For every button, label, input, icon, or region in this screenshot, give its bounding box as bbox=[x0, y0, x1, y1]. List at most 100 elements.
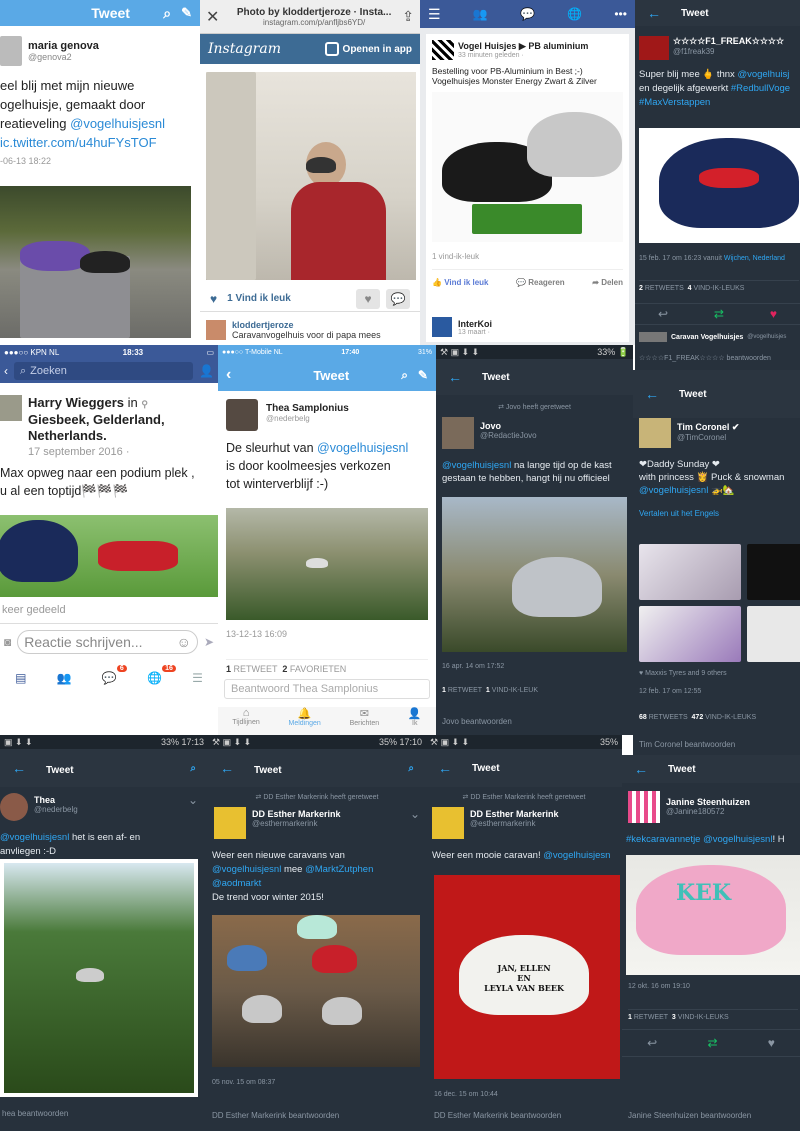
user-name[interactable]: Tim Coronel bbox=[677, 422, 729, 432]
user-name[interactable]: Thea bbox=[34, 795, 78, 805]
tweet-photo[interactable] bbox=[212, 915, 420, 1067]
back-arrow-icon[interactable]: ← bbox=[220, 760, 234, 776]
globe-icon[interactable]: 🌐 bbox=[567, 7, 582, 21]
user-name[interactable]: Janine Steenhuizen bbox=[666, 797, 750, 807]
user-name[interactable]: Harry Wieggers bbox=[28, 395, 124, 410]
retweet-icon[interactable]: ⇄ bbox=[707, 1036, 717, 1050]
avatar[interactable] bbox=[206, 320, 226, 340]
mention-link[interactable]: @vogelhuisjesnl bbox=[703, 834, 772, 845]
user-name[interactable]: maria genova bbox=[28, 40, 99, 52]
instagram-photo[interactable] bbox=[206, 72, 416, 280]
back-arrow-icon[interactable]: ← bbox=[634, 761, 648, 777]
like-icon[interactable]: ♥ bbox=[768, 1036, 775, 1050]
more-icon[interactable]: ••• bbox=[614, 7, 627, 21]
like-count[interactable]: 3 bbox=[672, 1014, 676, 1021]
back-icon[interactable]: ‹ bbox=[226, 366, 231, 384]
liked-by[interactable]: Maxxis Tyres and 9 others bbox=[645, 670, 727, 677]
avatar[interactable] bbox=[0, 793, 28, 821]
like-count[interactable]: 2 bbox=[282, 664, 287, 674]
share-button[interactable]: ➦ Delen bbox=[592, 278, 623, 287]
retweet-count[interactable]: 1 bbox=[226, 664, 231, 674]
page-avatar[interactable] bbox=[432, 40, 454, 60]
tab-messages[interactable]: ✉ Berichten bbox=[350, 707, 380, 735]
media-link[interactable]: ic.twitter.com/u4huFYsTOF bbox=[0, 133, 200, 152]
reply-icon[interactable]: ↩ bbox=[658, 307, 668, 321]
send-icon[interactable]: ➤ bbox=[204, 635, 214, 649]
friends-icon[interactable]: 👥 bbox=[473, 7, 488, 21]
comment-button[interactable]: 💬 bbox=[386, 288, 410, 309]
back-arrow-icon[interactable]: ← bbox=[438, 760, 452, 776]
photo-grid[interactable] bbox=[639, 544, 800, 664]
compose-icon[interactable]: ✎ bbox=[181, 5, 192, 22]
tweet-photo[interactable] bbox=[0, 186, 191, 338]
post-photo[interactable] bbox=[432, 92, 623, 242]
back-icon[interactable]: ‹ bbox=[4, 364, 8, 378]
tweet-photo[interactable] bbox=[0, 859, 198, 1097]
user-name[interactable]: DD Esther Markerink bbox=[252, 809, 341, 819]
reply-field[interactable]: Janine Steenhuizen beantwoorden bbox=[628, 1111, 751, 1120]
like-icon[interactable]: ♥ bbox=[770, 307, 777, 321]
mention-link[interactable]: @vogelhuisjesnl bbox=[212, 864, 281, 875]
mention-link[interactable]: @MarktZutphen bbox=[305, 864, 373, 875]
like-count[interactable]: 472 bbox=[692, 714, 704, 721]
friends-icon[interactable]: 👥 bbox=[57, 671, 72, 685]
contacts-icon[interactable]: 👤 bbox=[199, 364, 214, 378]
chevron-down-icon[interactable]: ⌄ bbox=[188, 793, 198, 821]
hashtag-link[interactable]: #RedbullVoge bbox=[731, 83, 790, 94]
back-arrow-icon[interactable]: ← bbox=[647, 5, 661, 21]
mention-link[interactable]: @vogelhuisjesnl bbox=[70, 116, 165, 131]
location-name[interactable]: Giesbeek, Gelderland, Netherlands. bbox=[28, 412, 208, 444]
avatar[interactable] bbox=[639, 36, 669, 60]
retweet-count[interactable]: 1 bbox=[628, 1014, 632, 1021]
tweet-photo[interactable]: KEK bbox=[626, 855, 800, 975]
user-name[interactable]: ☆☆☆☆F1_FREAK☆☆☆☆ bbox=[673, 36, 784, 47]
reply-icon[interactable]: ↩ bbox=[647, 1036, 657, 1050]
user-name[interactable]: Thea Samplonius bbox=[266, 403, 349, 414]
reply-input[interactable]: Beantwoord Thea Samplonius bbox=[224, 679, 430, 699]
avatar[interactable] bbox=[432, 317, 452, 337]
mention-link[interactable]: @vogelhuisjesnl bbox=[442, 460, 511, 471]
avatar[interactable] bbox=[226, 399, 258, 431]
search-icon[interactable]: ⌕ bbox=[401, 368, 408, 383]
open-in-app-button[interactable]: Openen in app bbox=[324, 42, 412, 56]
mention-link[interactable]: @vogelhuisjesnl bbox=[639, 485, 708, 496]
search-icon[interactable]: ⌕ bbox=[163, 5, 171, 22]
avatar[interactable] bbox=[0, 36, 22, 66]
smiley-icon[interactable]: ☺ bbox=[177, 634, 191, 650]
tweet-photo[interactable]: JAN, ELLEN EN LEYLA VAN BEEK bbox=[434, 875, 620, 1079]
next-post-name[interactable]: InterKoi bbox=[458, 319, 492, 329]
share-icon[interactable]: ⇪ bbox=[402, 8, 414, 25]
back-arrow-icon[interactable]: ← bbox=[448, 369, 462, 385]
search-input[interactable]: ⌕ Zoeken bbox=[14, 362, 194, 380]
back-arrow-icon[interactable]: ← bbox=[645, 386, 659, 402]
page-name[interactable]: PB aluminium bbox=[528, 41, 588, 51]
tab-me[interactable]: 👤 Ik bbox=[408, 707, 422, 735]
back-arrow-icon[interactable]: ← bbox=[12, 760, 26, 776]
page-name[interactable]: Vogel Huisjes bbox=[458, 41, 516, 51]
hashtag-link[interactable]: #MaxVerstappen bbox=[639, 96, 796, 110]
menu-icon[interactable]: ☰ bbox=[428, 6, 441, 23]
reply-field[interactable]: ☆☆☆☆F1_FREAK☆☆☆☆ beantwoorden bbox=[639, 354, 771, 362]
post-photo[interactable] bbox=[0, 515, 218, 597]
shares-count[interactable]: keer gedeeld bbox=[2, 604, 66, 616]
comment-user[interactable]: kloddertjeroze bbox=[232, 320, 381, 330]
comment-button[interactable]: 💬 Reageren bbox=[516, 278, 565, 287]
reply-field[interactable]: Tim Coronel beantwoorden bbox=[639, 740, 735, 749]
comment-input[interactable]: Reactie schrijven... ☺ bbox=[17, 629, 198, 654]
user-name[interactable]: DD Esther Markerink bbox=[470, 809, 559, 819]
hashtag-link[interactable]: #kekcaravannetje bbox=[626, 834, 700, 845]
avatar[interactable] bbox=[442, 417, 474, 449]
avatar[interactable] bbox=[0, 395, 22, 421]
likes-summary[interactable]: 1 vind-ik-leuk bbox=[432, 252, 623, 270]
tweet-photo[interactable] bbox=[639, 128, 800, 243]
search-icon[interactable]: ⌕ bbox=[408, 763, 414, 774]
globe-icon[interactable]: 🌐 16 bbox=[147, 665, 176, 685]
retweet-count[interactable]: 1 bbox=[442, 687, 446, 694]
tweet-photo[interactable] bbox=[442, 497, 627, 652]
reply-field[interactable]: DD Esther Markerink beantwoorden bbox=[434, 1111, 561, 1120]
avatar[interactable] bbox=[639, 332, 667, 342]
like-count[interactable]: 1 bbox=[486, 687, 490, 694]
avatar[interactable] bbox=[628, 791, 660, 823]
likes-count[interactable]: 1 Vind ik leuk bbox=[227, 293, 291, 304]
mention-link[interactable]: @vogelhuisj bbox=[737, 69, 789, 80]
